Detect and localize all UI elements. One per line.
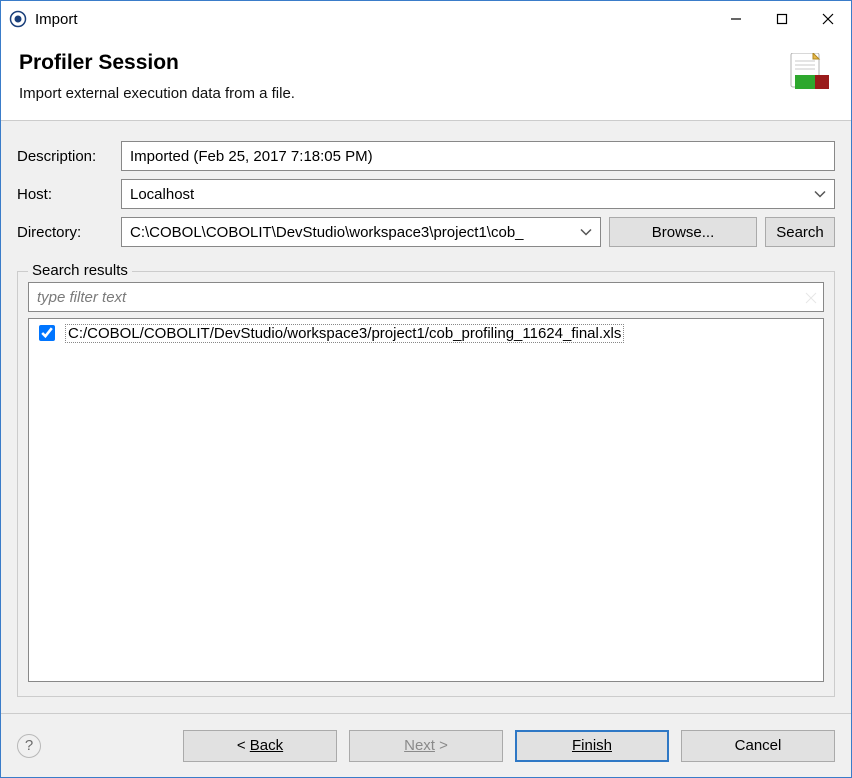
minimize-button[interactable] [713,1,759,37]
result-path: C:/COBOL/COBOLIT/DevStudio/workspace3/pr… [65,324,624,343]
result-row[interactable]: C:/COBOL/COBOLIT/DevStudio/workspace3/pr… [35,323,817,343]
title-bar: Import [1,1,851,37]
description-input[interactable]: Imported (Feb 25, 2017 7:18:05 PM) [121,141,835,171]
window-title: Import [35,11,78,28]
help-button[interactable]: ? [17,734,41,758]
filter-placeholder: type filter text [37,289,126,306]
wizard-button-bar: ? < Back Next > Finish Cancel [1,713,851,777]
description-label: Description: [17,148,113,165]
chevron-down-icon [814,186,826,203]
page-title: Profiler Session [19,51,773,75]
directory-label: Directory: [17,224,113,241]
filter-input[interactable]: type filter text [28,282,824,312]
directory-value: C:\COBOL\COBOLIT\DevStudio\workspace3\pr… [130,224,592,241]
clear-filter-icon[interactable] [805,291,817,303]
back-button[interactable]: < Back [183,730,337,762]
wizard-header: Profiler Session Import external executi… [1,37,851,121]
close-button[interactable] [805,1,851,37]
finish-button[interactable]: Finish [515,730,669,762]
next-button: Next > [349,730,503,762]
search-results-fieldset: Search results type filter text C:/COBOL… [17,271,835,697]
cancel-button[interactable]: Cancel [681,730,835,762]
search-results-legend: Search results [28,262,132,279]
chevron-down-icon [580,224,592,241]
result-checkbox[interactable] [39,325,55,341]
host-select[interactable]: Localhost [121,179,835,209]
host-label: Host: [17,186,113,203]
host-value: Localhost [130,186,194,203]
results-list[interactable]: C:/COBOL/COBOLIT/DevStudio/workspace3/pr… [28,318,824,682]
directory-select[interactable]: C:\COBOL\COBOLIT\DevStudio\workspace3\pr… [121,217,601,247]
browse-button[interactable]: Browse... [609,217,757,247]
maximize-button[interactable] [759,1,805,37]
page-subtitle: Import external execution data from a fi… [19,85,773,102]
profiler-header-icon [785,53,833,93]
help-icon: ? [25,737,33,754]
description-value: Imported (Feb 25, 2017 7:18:05 PM) [130,148,373,165]
form-area: Description: Imported (Feb 25, 2017 7:18… [1,121,851,263]
search-button[interactable]: Search [765,217,835,247]
app-icon [9,10,27,28]
